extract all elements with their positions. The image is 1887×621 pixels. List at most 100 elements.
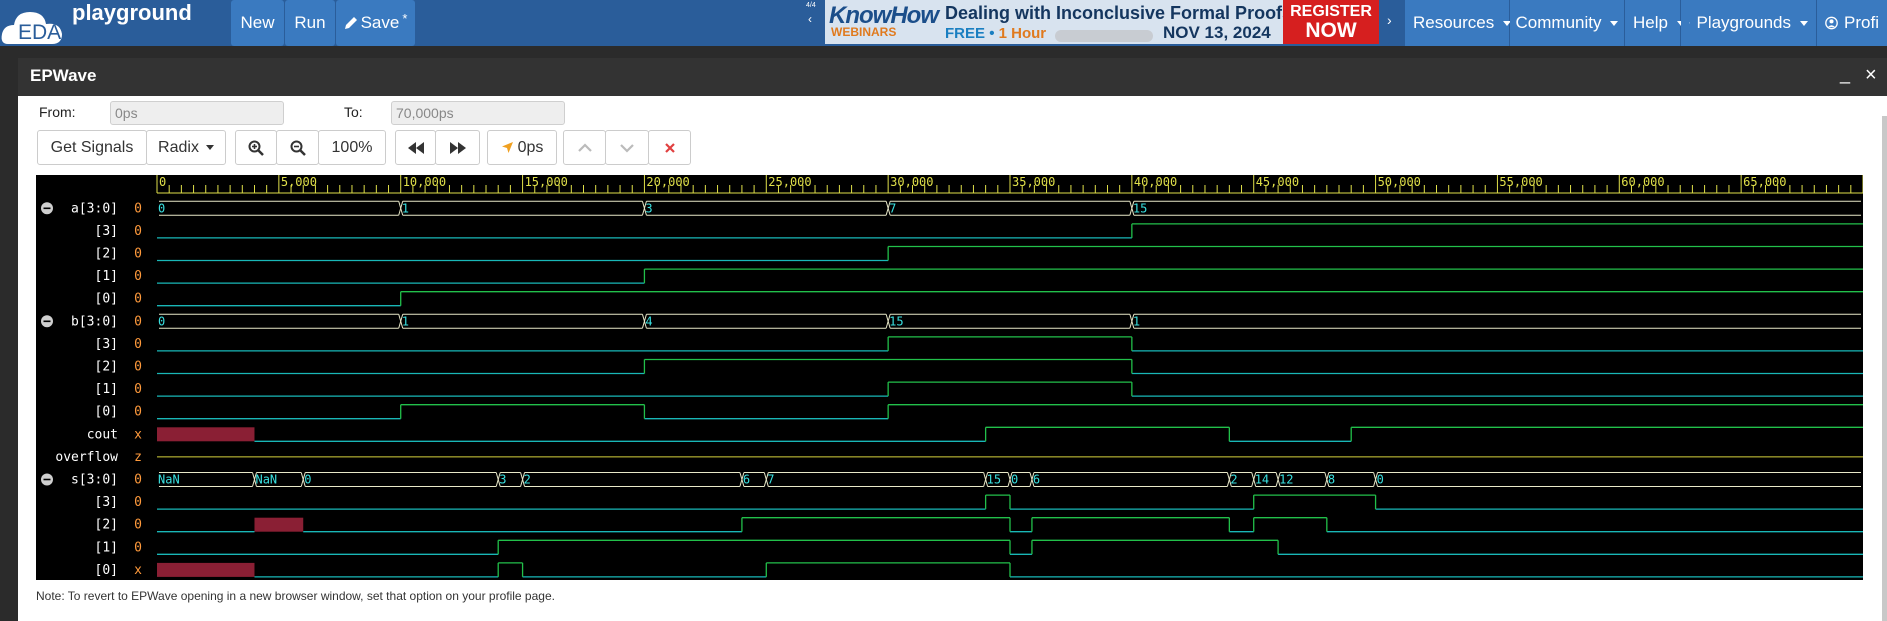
- time-tick-label: 10,000: [403, 175, 446, 189]
- remove-signal-button[interactable]: [648, 130, 691, 165]
- bus-value-label: 6: [743, 473, 750, 487]
- signal-name: [1]: [95, 269, 118, 284]
- rocket-icon: [1689, 22, 1691, 24]
- register-now-button[interactable]: REGISTER NOW: [1283, 0, 1379, 44]
- eda-playground-logo[interactable]: EDA playground: [0, 0, 226, 46]
- chevron-down-icon: [1610, 20, 1619, 26]
- signal-name: [0]: [95, 563, 118, 578]
- from-field[interactable]: 0ps: [110, 101, 284, 125]
- bus-value-label: 3: [499, 473, 506, 487]
- bus-value-label: 1: [402, 314, 409, 328]
- signal-name: [0]: [95, 292, 118, 307]
- signal-value: x: [134, 427, 142, 442]
- signal-value: 0: [134, 201, 142, 216]
- register-line-2: NOW: [1305, 19, 1357, 42]
- bus-value-label: 4: [645, 314, 652, 328]
- unknown-region: [157, 562, 255, 577]
- move-down-button[interactable]: [605, 130, 649, 165]
- signal-value: 0: [134, 495, 142, 510]
- bus-value-label: 1: [402, 201, 409, 215]
- location-arrow-icon: [501, 142, 513, 153]
- signal-value: z: [134, 450, 142, 465]
- cursor-time-button[interactable]: 0ps: [487, 130, 557, 165]
- unknown-region: [254, 517, 304, 532]
- signal-name: b[3:0]: [71, 314, 118, 329]
- zoom-out-icon: [290, 140, 306, 156]
- waveform-viewer[interactable]: 0 5,000 10,000 15,000 20,000 25,000 30,000 35,0…: [36, 175, 1863, 580]
- ad-next-icon[interactable]: ›: [1387, 12, 1392, 28]
- modal-header: EPWave _ ×: [18, 58, 1887, 96]
- waveform-background: [36, 175, 1863, 580]
- time-tick-label: 0: [159, 175, 166, 189]
- radix-label: Radix: [158, 138, 199, 156]
- get-signals-button[interactable]: Get Signals: [37, 130, 147, 165]
- new-button[interactable]: New: [231, 0, 284, 46]
- time-tick-label: 45,000: [1256, 175, 1299, 189]
- chevron-up-icon: [577, 142, 592, 152]
- signal-value: 0: [134, 382, 142, 397]
- fast-forward-icon: [449, 141, 466, 154]
- bus-value-label: 1: [1133, 314, 1140, 328]
- resources-menu[interactable]: Resources: [1405, 0, 1512, 46]
- bus-value-label: 0: [304, 473, 311, 487]
- signal-name: [2]: [95, 360, 118, 375]
- fast-backward-icon: [407, 141, 424, 154]
- signal-name: [1]: [95, 382, 118, 397]
- profile-menu[interactable]: Profi: [1817, 0, 1887, 46]
- signal-name: a[3:0]: [71, 201, 118, 216]
- ad-duration: 1 Hour: [998, 25, 1047, 42]
- bus-value-label: 14: [1255, 473, 1269, 487]
- signal-name: [2]: [95, 518, 118, 533]
- run-button[interactable]: Run: [285, 0, 335, 46]
- signal-value: 0: [134, 360, 142, 375]
- close-button[interactable]: ×: [1865, 64, 1877, 87]
- signal-value: x: [134, 563, 142, 578]
- signal-value: 0: [134, 269, 142, 284]
- community-menu[interactable]: Community: [1510, 0, 1624, 46]
- modal-title: EPWave: [30, 66, 97, 85]
- zoom-level[interactable]: 100%: [318, 130, 386, 165]
- time-tick-label: 50,000: [1378, 175, 1421, 189]
- zoom-in-button[interactable]: [235, 130, 277, 165]
- ad-counter: 4/4: [806, 2, 816, 9]
- signal-name: cout: [87, 427, 118, 442]
- playgrounds-label: Playgrounds: [1696, 13, 1791, 32]
- minimize-button[interactable]: _: [1840, 64, 1850, 85]
- ad-dot: •: [989, 25, 995, 42]
- vertical-scrollbar[interactable]: [1882, 116, 1887, 621]
- move-up-button[interactable]: [563, 130, 606, 165]
- signal-value: 0: [134, 292, 142, 307]
- signal-value: 0: [134, 473, 142, 488]
- ad-prev-icon[interactable]: ‹: [808, 12, 812, 26]
- bus-value-label: 15: [987, 473, 1001, 487]
- signal-name: [3]: [95, 495, 118, 510]
- advertisement-banner[interactable]: KnowHow WEBINARS Dealing with Inconclusi…: [825, 0, 1379, 44]
- playgrounds-menu[interactable]: Playgrounds: [1681, 0, 1816, 46]
- jump-start-button[interactable]: [395, 130, 436, 165]
- help-menu[interactable]: Help: [1625, 0, 1685, 46]
- chevron-down-icon: [205, 145, 214, 150]
- bus-value-label: 0: [158, 201, 165, 215]
- to-label: To:: [344, 104, 363, 120]
- zoom-in-icon: [248, 140, 264, 156]
- signal-name: [3]: [95, 337, 118, 352]
- radix-dropdown[interactable]: Radix: [146, 130, 226, 165]
- ad-title: Dealing with Inconclusive Formal Proofs: [945, 3, 1293, 23]
- chevron-down-icon: [620, 143, 634, 153]
- unknown-region: [157, 427, 255, 442]
- bus-value-label: 8: [1328, 473, 1335, 487]
- pencil-icon: [344, 17, 357, 29]
- top-navbar: EDA playground New Run Save * 4/4 ‹ KnowH…: [0, 0, 1887, 46]
- bus-value-label: 0: [158, 314, 165, 328]
- to-field[interactable]: 70,000ps: [391, 101, 565, 125]
- signal-value: 0: [134, 314, 142, 329]
- jump-end-button[interactable]: [435, 130, 480, 165]
- time-tick-label: 60,000: [1621, 175, 1664, 189]
- save-button[interactable]: Save *: [336, 0, 415, 46]
- signal-name: s[3:0]: [71, 473, 118, 488]
- zoom-out-button[interactable]: [276, 130, 319, 165]
- signal-value: 0: [134, 247, 142, 262]
- time-tick-label: 55,000: [1499, 175, 1542, 189]
- time-tick-label: 15,000: [525, 175, 568, 189]
- footer-note: Note: To revert to EPWave opening in a n…: [36, 589, 555, 603]
